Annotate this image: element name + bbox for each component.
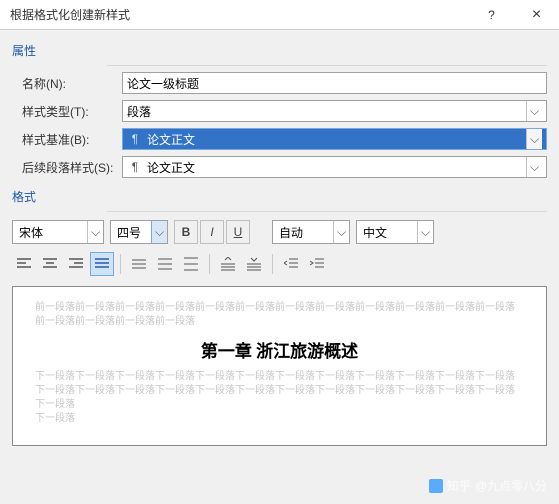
watermark: 知乎 @九点零八分 xyxy=(429,477,547,494)
chevron-down-icon: ⌵ xyxy=(151,221,167,243)
font-combo[interactable]: 宋体⌵ xyxy=(12,220,104,244)
linespacing-2-button[interactable] xyxy=(179,252,203,276)
indent-dec-button[interactable] xyxy=(279,252,303,276)
preview-box: 前一段落前一段落前一段落前一段落前一段落前一段落前一段落前一段落前一段落前一段落… xyxy=(12,286,547,446)
preview-after2: 下一段落 xyxy=(35,412,524,426)
linespacing-1-button[interactable] xyxy=(127,252,151,276)
styletype-combo[interactable]: 段落 ⌵ xyxy=(122,100,547,122)
following-combo[interactable]: ¶ 论文正文 ⌵ xyxy=(122,156,547,178)
paragraph-icon: ¶ xyxy=(127,160,143,174)
chevron-down-icon: ⌵ xyxy=(333,221,349,243)
section-formatting: 格式 xyxy=(12,188,547,205)
preview-sample: 第一章 浙江旅游概述 xyxy=(35,337,524,362)
italic-button[interactable]: I xyxy=(200,220,224,244)
section-properties: 属性 xyxy=(12,42,547,59)
underline-button[interactable]: U xyxy=(226,220,250,244)
preview-before: 前一段落前一段落前一段落前一段落前一段落前一段落前一段落前一段落前一段落前一段落… xyxy=(35,301,524,329)
chevron-down-icon: ⌵ xyxy=(526,157,542,177)
indent-inc-button[interactable] xyxy=(305,252,329,276)
space-before-dec-button[interactable] xyxy=(242,252,266,276)
chevron-down-icon: ⌵ xyxy=(526,101,542,121)
linespacing-1-5-button[interactable] xyxy=(153,252,177,276)
dialog-title: 根据格式化创建新样式 xyxy=(10,6,469,23)
label-name: 名称(N): xyxy=(12,75,122,92)
bold-button[interactable]: B xyxy=(174,220,198,244)
close-button[interactable]: × xyxy=(514,0,559,30)
fontsize-combo[interactable]: 四号⌵ xyxy=(110,220,168,244)
chevron-down-icon: ⌵ xyxy=(417,221,433,243)
align-center-button[interactable] xyxy=(38,252,62,276)
paragraph-icon: ¶ xyxy=(127,132,143,146)
lang-combo[interactable]: 中文⌵ xyxy=(356,220,434,244)
zhihu-icon xyxy=(429,479,443,493)
chevron-down-icon: ⌵ xyxy=(87,221,103,243)
align-right-button[interactable] xyxy=(64,252,88,276)
align-justify-button[interactable] xyxy=(90,252,114,276)
chevron-down-icon: ⌵ xyxy=(526,129,542,149)
preview-after: 下一段落下一段落下一段落下一段落下一段落下一段落下一段落下一段落下一段落下一段落… xyxy=(35,370,524,412)
fontcolor-combo[interactable]: 自动⌵ xyxy=(272,220,350,244)
name-input[interactable] xyxy=(122,72,547,94)
space-before-inc-button[interactable] xyxy=(216,252,240,276)
basedon-combo[interactable]: ¶ 论文正文 ⌵ xyxy=(122,128,547,150)
label-following: 后续段落样式(S): xyxy=(12,159,122,176)
titlebar: 根据格式化创建新样式 ? × xyxy=(0,0,559,30)
label-styletype: 样式类型(T): xyxy=(12,103,122,120)
align-left-button[interactable] xyxy=(12,252,36,276)
label-basedon: 样式基准(B): xyxy=(12,131,122,148)
help-button[interactable]: ? xyxy=(469,0,514,30)
